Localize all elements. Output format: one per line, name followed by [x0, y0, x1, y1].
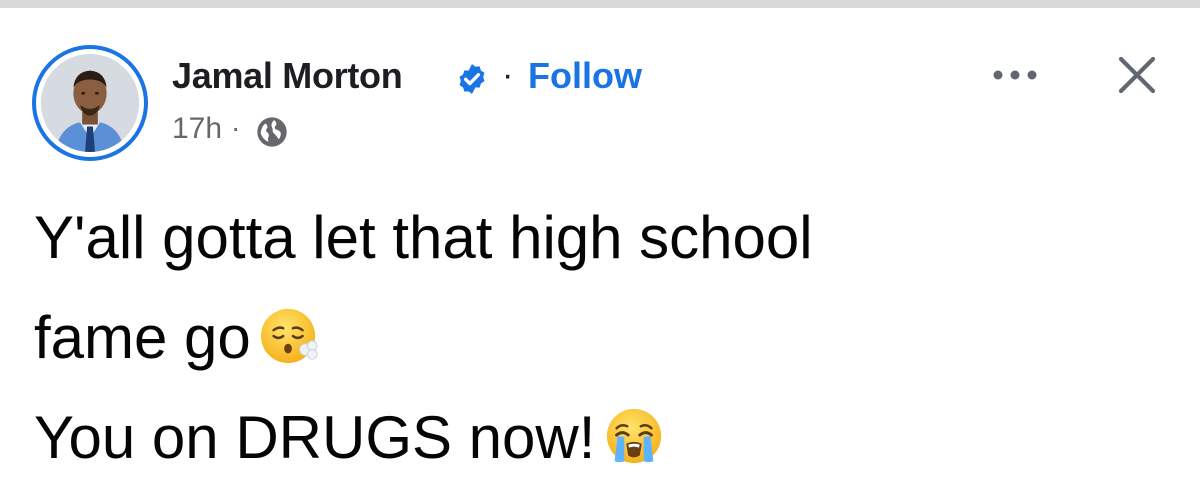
post-line-3-text: You on DRUGS now!	[34, 404, 596, 471]
post-timestamp[interactable]: 17h	[172, 112, 222, 146]
post-line-1: Y'all gotta let that high school	[34, 188, 1174, 288]
author-avatar[interactable]	[32, 45, 148, 161]
more-options-icon[interactable]	[990, 58, 1040, 88]
post-line-2-text: fame go	[34, 304, 251, 371]
time-separator: ·	[231, 112, 241, 143]
follow-button[interactable]: Follow	[528, 55, 642, 97]
top-divider	[0, 0, 1200, 8]
name-separator: ·	[502, 56, 514, 94]
loudly-crying-face-emoji	[603, 405, 665, 467]
verified-badge-icon	[459, 64, 485, 94]
post-card: Jamal Morton · Follow 17h · Y'all gotta …	[0, 8, 1200, 471]
post-line-1-text: Y'all gotta let that high school	[34, 204, 813, 271]
globe-icon[interactable]	[256, 116, 288, 148]
post-line-3: You on DRUGS now!	[34, 388, 1174, 488]
author-name[interactable]: Jamal Morton	[172, 55, 403, 97]
avatar-portrait	[41, 54, 139, 152]
post-line-2: fame go	[34, 288, 1174, 388]
avatar-image	[41, 54, 139, 152]
face-exhaling-emoji	[259, 305, 321, 367]
post-text: Y'all gotta let that high school fame go	[34, 188, 1174, 488]
close-icon[interactable]	[1114, 52, 1160, 98]
